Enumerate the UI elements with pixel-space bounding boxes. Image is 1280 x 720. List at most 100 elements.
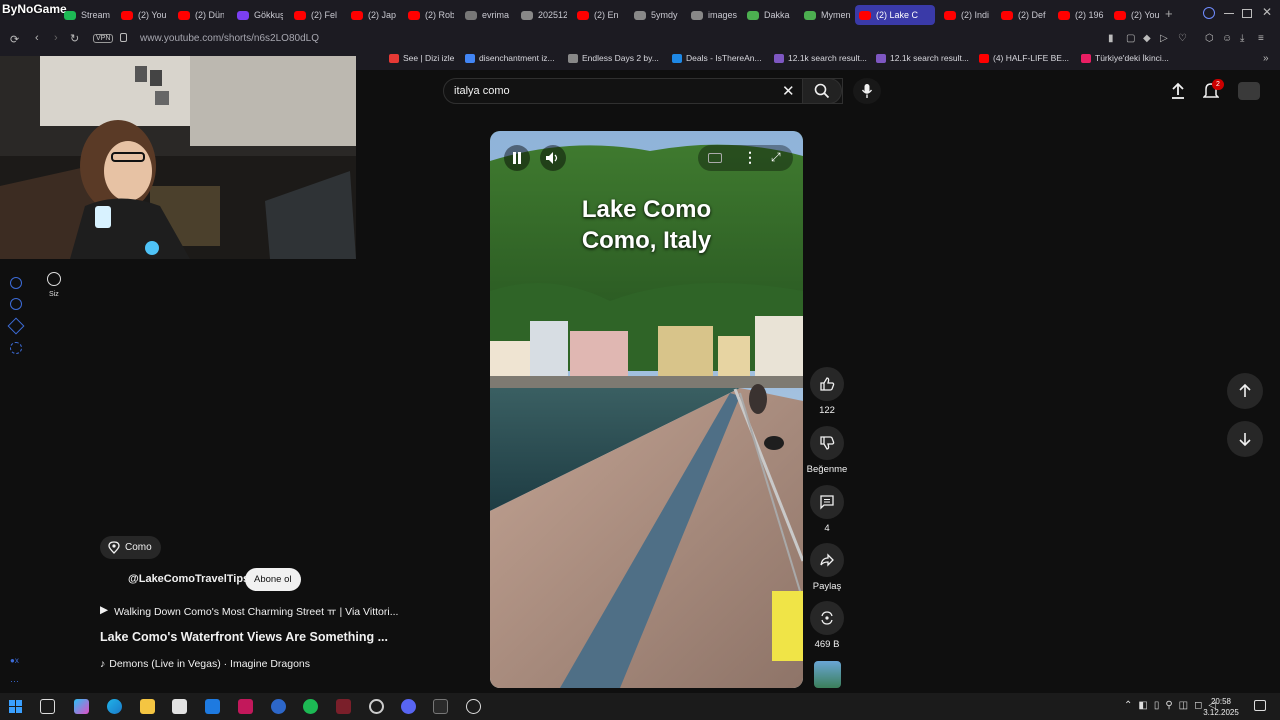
file-explorer-icon[interactable]: [140, 699, 155, 714]
copilot-icon[interactable]: [74, 699, 89, 714]
upload-button[interactable]: [1170, 82, 1186, 105]
fullscreen-icon[interactable]: ⤢: [771, 150, 781, 165]
browser-tab[interactable]: (2) Lake C: [855, 5, 935, 25]
browser-tab[interactable]: Mymen: [800, 5, 850, 25]
browser-tab[interactable]: (2) Indi: [940, 5, 990, 25]
close-window-icon[interactable]: ✕: [1262, 5, 1272, 19]
reload-icon[interactable]: ↻: [70, 32, 79, 45]
subscribe-button[interactable]: Abone ol: [245, 568, 301, 591]
dislike-button[interactable]: Beğenme: [807, 426, 847, 475]
shorts-video-player[interactable]: Lake Como Como, Italy ⋮ ⤢: [490, 131, 803, 688]
browser-tab[interactable]: images: [687, 5, 737, 25]
location-chip[interactable]: Como: [100, 536, 161, 559]
media-player-icon[interactable]: [466, 699, 481, 714]
previous-short-button[interactable]: [1227, 373, 1263, 409]
heart-icon[interactable]: ♡: [1178, 33, 1187, 44]
bookmark-item[interactable]: disenchantment iz...: [465, 53, 555, 63]
you-icon[interactable]: [47, 272, 61, 286]
like-button[interactable]: 122: [808, 367, 846, 416]
forward-icon[interactable]: ›: [54, 32, 58, 44]
sidebar-toggle-icon[interactable]: ⟳: [10, 33, 19, 46]
browser-tab[interactable]: (2) You: [117, 5, 167, 25]
discord-icon[interactable]: [401, 699, 416, 714]
browser-tab[interactable]: (2) Def: [997, 5, 1047, 25]
pause-button[interactable]: [504, 145, 530, 171]
browser-tab[interactable]: (2) En: [573, 5, 623, 25]
more-bookmarks-icon[interactable]: »: [1263, 53, 1269, 64]
browser-tab[interactable]: (2) Rob: [404, 5, 454, 25]
shield-icon[interactable]: ◆: [1143, 33, 1151, 44]
browser-tab[interactable]: Stream: [60, 5, 110, 25]
opera-gx-icon[interactable]: [336, 699, 351, 714]
search-tabs-icon[interactable]: [1203, 7, 1215, 19]
mail-icon[interactable]: [205, 699, 220, 714]
store-icon[interactable]: [172, 699, 187, 714]
minimize-icon[interactable]: [1224, 13, 1234, 14]
url-field[interactable]: www.youtube.com/shorts/n6s2LO80dLQ: [140, 33, 319, 44]
browser-tab[interactable]: Dakka: [743, 5, 793, 25]
browser-tab[interactable]: (2) 196: [1054, 5, 1104, 25]
playlist-link[interactable]: ▶ Walking Down Como's Most Charming Stre…: [100, 604, 398, 619]
clear-search-icon[interactable]: ✕: [782, 82, 795, 100]
browser-tab[interactable]: (2) Fel: [290, 5, 340, 25]
app-icon-red[interactable]: [238, 699, 253, 714]
vpn-badge[interactable]: VPN: [93, 34, 114, 43]
bookmark-item[interactable]: See | Dizi izle: [389, 53, 454, 63]
music-link[interactable]: ♪ Demons (Live in Vegas) · Imagine Drago…: [100, 658, 310, 670]
task-view-icon[interactable]: [40, 699, 55, 714]
search-button[interactable]: [802, 78, 842, 104]
download-icon[interactable]: ⤓: [1240, 33, 1244, 44]
extensions-icon[interactable]: ⬡: [1205, 33, 1214, 44]
bookmark-item[interactable]: Endless Days 2 by...: [568, 53, 659, 63]
maximize-icon[interactable]: [1242, 9, 1252, 18]
search-box[interactable]: italya como ✕: [443, 78, 843, 104]
menu-icon[interactable]: ≡: [1258, 33, 1264, 44]
bookmark-item[interactable]: (4) HALF-LIFE BE...: [979, 53, 1069, 63]
browser-tab[interactable]: 202512: [517, 5, 567, 25]
browser-tab[interactable]: 5ymdy: [630, 5, 680, 25]
player-icon[interactable]: ▷: [1160, 33, 1168, 44]
rail-settings-icon[interactable]: [10, 342, 22, 354]
next-short-button[interactable]: [1227, 421, 1263, 457]
obs-icon[interactable]: [369, 699, 384, 714]
volume-button[interactable]: [540, 145, 566, 171]
app-icon-blue[interactable]: [271, 699, 286, 714]
browser-tab[interactable]: Gökkuş: [233, 5, 283, 25]
rail-home-icon[interactable]: [10, 277, 22, 289]
spotify-icon[interactable]: [303, 699, 318, 714]
notifications-button[interactable]: 2: [1202, 79, 1224, 105]
epic-games-icon[interactable]: [433, 699, 448, 714]
rail-history-icon[interactable]: [10, 298, 22, 310]
browser-tab[interactable]: evrima: [461, 5, 511, 25]
voice-search-button[interactable]: [853, 78, 881, 104]
back-icon[interactable]: ‹: [35, 32, 39, 44]
profile-icon[interactable]: ☺: [1222, 33, 1232, 44]
search-input[interactable]: italya como: [454, 85, 510, 97]
clock[interactable]: 20:58 3.12.2025: [1198, 696, 1244, 718]
browser-tab[interactable]: (2) Jap: [347, 5, 397, 25]
channel-name[interactable]: @LakeComoTravelTips: [128, 573, 249, 585]
more-options-icon[interactable]: ⋮: [743, 149, 757, 166]
browser-tab[interactable]: (2) You: [1110, 5, 1160, 25]
rail-more-icon[interactable]: ···: [10, 676, 19, 686]
account-avatar[interactable]: [1238, 82, 1260, 100]
share-button[interactable]: Paylaş: [808, 543, 846, 592]
browser-tab[interactable]: (2) Dün: [174, 5, 224, 25]
snapshot-icon[interactable]: ▢: [1126, 33, 1135, 44]
bookmark-item[interactable]: 12.1k search result...: [876, 53, 969, 63]
start-icon[interactable]: [9, 700, 22, 713]
edge-icon[interactable]: [107, 699, 122, 714]
comments-button[interactable]: 4: [808, 485, 846, 534]
sound-thumbnail[interactable]: [814, 661, 841, 688]
video-title[interactable]: Lake Como's Waterfront Views Are Somethi…: [100, 630, 388, 644]
bookmark-item[interactable]: 12.1k search result...: [774, 53, 867, 63]
bookmark-icon[interactable]: ▮: [1108, 33, 1114, 44]
notification-center-icon[interactable]: [1254, 700, 1266, 711]
rail-shorts-icon[interactable]: [7, 317, 25, 335]
bookmark-item[interactable]: Deals - IsThereAn...: [672, 53, 762, 63]
new-tab-button[interactable]: +: [1165, 6, 1173, 21]
captions-icon[interactable]: [708, 153, 722, 163]
bookmark-item[interactable]: Türkiye'deki İkinci...: [1081, 53, 1169, 63]
rail-misc-icon[interactable]: ●x: [10, 656, 19, 665]
remix-button[interactable]: 469 B: [808, 601, 846, 650]
